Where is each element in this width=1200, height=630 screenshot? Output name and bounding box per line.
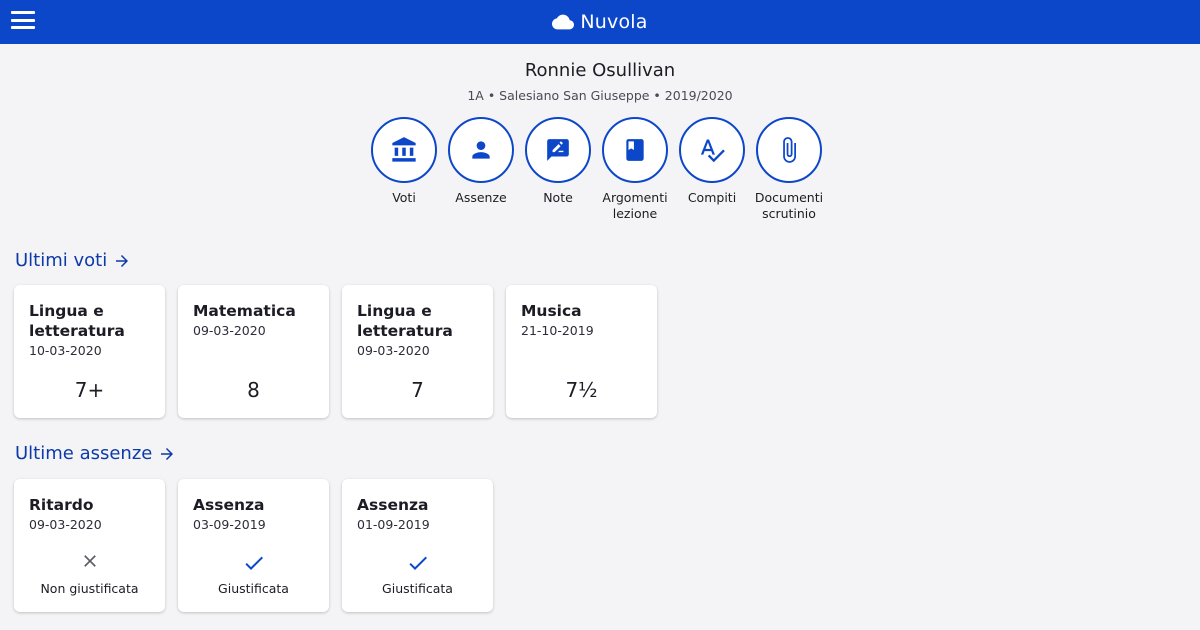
grade-subject: Musica [521,302,582,320]
action-argomenti-lezione-button[interactable] [602,117,668,183]
hamburger-menu-icon[interactable] [11,10,35,30]
absence-status: Giustificata [218,581,289,596]
close-icon [83,555,96,567]
grade-card[interactable]: Matematica 09-03-2020 8 [178,285,329,418]
action-note[interactable]: Note [524,117,592,222]
absence-type: Ritardo [29,496,94,514]
grade-value: 7½ [565,378,598,402]
note-edit-icon [547,139,569,161]
cloud-icon [552,14,575,30]
action-voti[interactable]: Voti [370,117,438,222]
absence-type: Assenza [357,496,429,514]
action-note-button[interactable] [525,117,591,183]
arrow-right-icon [161,447,174,460]
check-icon [244,556,263,570]
action-compiti-button[interactable] [679,117,745,183]
grade-subject: Lingua e letteratura it... [357,302,453,340]
grade-date: 09-03-2020 [357,343,430,358]
latest-grades-link[interactable]: Ultimi voti [15,250,131,271]
absence-card[interactable]: Assenza 01-09-2019 Giustificata [342,479,493,612]
absence-date: 01-09-2019 [357,517,430,532]
action-assenze-button[interactable] [448,117,514,183]
top-app-bar: Nuvola [0,0,1200,44]
paperclip-icon [783,137,796,163]
book-icon [626,139,644,161]
absence-date: 03-09-2019 [193,517,266,532]
absence-type: Assenza [193,496,265,514]
student-name: Ronnie Osullivan [524,60,676,81]
arrow-right-icon [116,254,129,267]
check-icon [408,556,427,570]
action-documenti-scrutinio-label: Documenti scrutinio [754,190,824,221]
grade-subject: Lingua e letteratura it... [29,302,125,340]
absences-list: Ritardo 09-03-2020 Non giustificata Asse… [14,479,493,612]
latest-absences-title: Ultime assenze [15,443,153,464]
grade-subject: Matematica [193,302,296,320]
absence-card[interactable]: Ritardo 09-03-2020 Non giustificata [14,479,165,612]
action-argomenti-lezione[interactable]: Argomenti lezione [601,117,669,222]
latest-absences-link[interactable]: Ultime assenze [15,443,176,464]
person-icon [472,141,490,159]
absence-date: 09-03-2020 [29,517,102,532]
app-brand: Nuvola [552,11,647,33]
action-voti-button[interactable] [371,117,437,183]
app-title: Nuvola [580,11,648,33]
grade-card[interactable]: Lingua e letteratura it... 09-03-2020 7 [342,285,493,418]
bank-icon [392,137,416,162]
action-documenti-scrutinio-button[interactable] [756,117,822,183]
absence-card[interactable]: Assenza 03-09-2019 Giustificata [178,479,329,612]
quick-actions: Voti Assenze Note Argomenti lezione Comp… [370,117,823,222]
grade-date: 21-10-2019 [521,323,594,338]
action-compiti[interactable]: Compiti [678,117,746,222]
action-documenti-scrutinio[interactable]: Documenti scrutinio [755,117,823,222]
grade-card[interactable]: Lingua e letteratura it... 10-03-2020 7+ [14,285,165,418]
grade-date: 09-03-2020 [193,323,266,338]
student-profile: Ronnie Osullivan 1A • Salesiano San Gius… [0,60,1200,103]
absence-status: Giustificata [382,581,453,596]
spellcheck-icon [700,139,725,163]
grade-date: 10-03-2020 [29,343,102,358]
latest-grades-title: Ultimi voti [15,250,108,271]
grade-card[interactable]: Musica 21-10-2019 7½ [506,285,657,418]
action-assenze[interactable]: Assenze [447,117,515,222]
absence-status: Non giustificata [40,581,139,596]
student-details: 1A • Salesiano San Giuseppe • 2019/2020 [467,88,733,103]
grade-value: 7 [411,378,424,402]
grades-list: Lingua e letteratura it... 10-03-2020 7+… [14,285,657,418]
grade-value: 8 [247,378,260,402]
grade-value: 7+ [74,378,105,402]
